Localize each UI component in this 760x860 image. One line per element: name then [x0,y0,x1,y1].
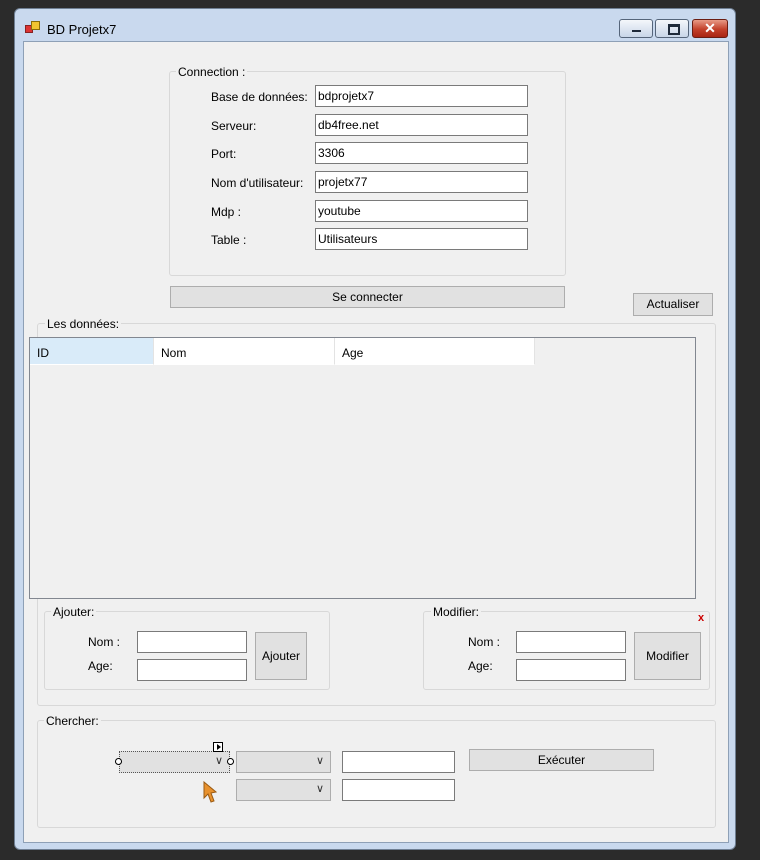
pointer-cursor-icon [203,780,218,803]
close-icon: ✕ [704,20,716,36]
dropdown-arrow-icon: ∨ [315,755,324,767]
data-grid[interactable]: ID Nom Age [29,337,696,599]
data-caption: Les données: [45,317,122,331]
username-label: Nom d'utilisateur: [211,176,304,190]
add-name-label: Nom : [88,635,121,649]
search-value-field[interactable] [342,751,455,773]
maximize-button[interactable] [655,19,689,38]
refresh-button[interactable]: Actualiser [633,293,713,316]
dropdown-arrow-icon: ∨ [214,755,223,767]
server-field[interactable]: db4free.net [315,114,528,136]
edit-name-field[interactable] [516,631,626,653]
search-caption: Chercher: [44,714,101,728]
port-label: Port: [211,147,237,161]
server-label: Serveur: [211,119,257,133]
resize-handle-left[interactable] [115,758,122,765]
edit-button[interactable]: Modifier [634,632,701,680]
column-header-nom[interactable]: Nom [154,338,335,365]
username-field[interactable]: projetx77 [315,171,528,193]
maximize-icon [668,24,680,35]
connect-button[interactable]: Se connecter [170,286,565,308]
search-value-field-2[interactable] [342,779,455,801]
add-age-label: Age: [88,659,113,673]
database-label: Base de données: [211,90,308,104]
add-button[interactable]: Ajouter [255,632,307,680]
dropdown-arrow-icon: ∨ [315,783,324,795]
connection-caption: Connection : [176,65,248,79]
password-label: Mdp : [211,205,242,219]
add-name-field[interactable] [137,631,247,653]
resize-handle-right[interactable] [227,758,234,765]
edit-name-label: Nom : [468,635,501,649]
table-label: Table : [211,233,247,247]
password-field[interactable]: youtube [315,200,528,222]
edit-age-field[interactable] [516,659,626,681]
search-operator-combo-2[interactable]: ∨ [236,779,331,801]
column-header-id[interactable]: ID [30,338,154,365]
search-group [37,720,716,828]
database-field[interactable]: bdprojetx7 [315,85,528,107]
column-header-age[interactable]: Age [335,338,535,365]
add-caption: Ajouter: [51,605,97,619]
window-title: BD Projetx7 [47,22,117,37]
add-age-field[interactable] [137,659,247,681]
edit-age-label: Age: [468,659,493,673]
title-bar[interactable]: BD Projetx7 ✕ [15,9,735,41]
edit-caption: Modifier: [431,605,482,619]
port-field[interactable]: 3306 [315,142,528,164]
search-operator-combo[interactable]: ∨ [236,751,331,773]
edit-close-mark[interactable]: x [698,612,704,624]
minimize-button[interactable] [619,19,653,38]
table-field[interactable]: Utilisateurs [315,228,528,250]
smart-tag-icon[interactable] [213,742,223,752]
app-icon [25,21,40,33]
close-button[interactable]: ✕ [692,19,728,38]
minimize-icon [632,30,641,32]
search-field-combo[interactable]: ∨ [119,751,230,773]
execute-button[interactable]: Exécuter [469,749,654,771]
